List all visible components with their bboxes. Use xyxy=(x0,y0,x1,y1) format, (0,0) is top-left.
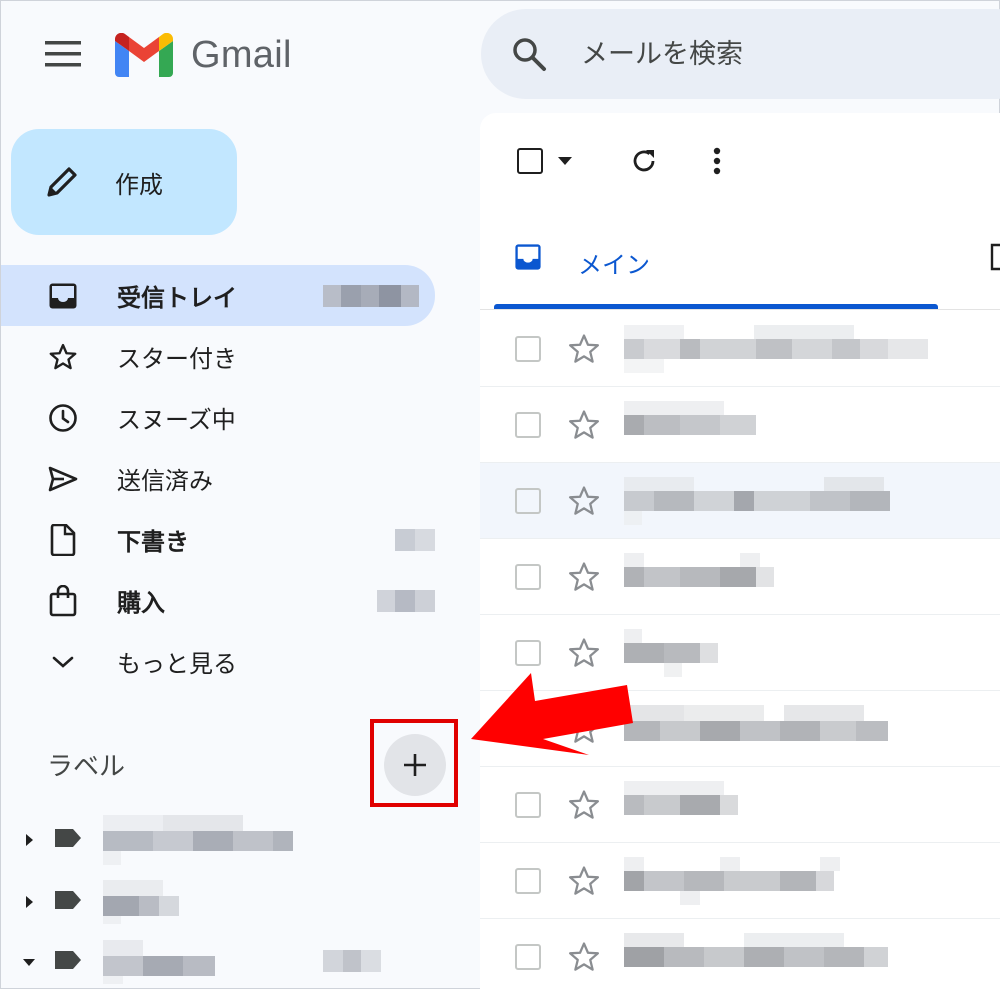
purchases-count-redacted xyxy=(377,590,435,612)
inbox-icon xyxy=(515,244,541,270)
star-icon[interactable] xyxy=(567,332,601,366)
label-tag-icon xyxy=(53,827,83,853)
sidebar-item-drafts[interactable]: 下書き xyxy=(1,509,451,570)
compose-button[interactable]: 作成 xyxy=(11,129,237,235)
tag-icon[interactable] xyxy=(990,241,1000,271)
label-tag-icon xyxy=(53,889,83,915)
star-icon[interactable] xyxy=(567,408,601,442)
tab-main[interactable]: メイン xyxy=(494,231,938,309)
caret-down-icon[interactable] xyxy=(19,957,39,967)
clock-icon xyxy=(45,400,81,436)
sidebar-item-label: 受信トレイ xyxy=(117,284,237,312)
star-icon xyxy=(45,339,81,375)
gmail-wordmark: Gmail xyxy=(191,33,292,76)
inbox-count-redacted xyxy=(323,285,419,307)
sidebar-item-label: スター付き xyxy=(117,345,237,373)
row-checkbox[interactable] xyxy=(515,411,541,438)
star-icon[interactable] xyxy=(567,788,601,822)
label-item[interactable] xyxy=(19,809,449,871)
search-input[interactable] xyxy=(581,38,981,70)
sidebar-item-sent[interactable]: 送信済み xyxy=(1,448,451,509)
sidebar-item-starred[interactable]: スター付き xyxy=(1,326,451,387)
inbox-icon xyxy=(45,278,81,314)
gmail-logo[interactable]: Gmail xyxy=(115,25,315,85)
sidebar-item-purchases[interactable]: 購入 xyxy=(1,570,451,631)
main-menu-button[interactable] xyxy=(31,27,95,81)
mail-preview-redacted xyxy=(624,325,928,373)
sidebar-item-label: 送信済み xyxy=(117,467,213,495)
mail-row[interactable] xyxy=(480,919,1000,989)
caret-down-icon[interactable] xyxy=(557,156,573,166)
sidebar-item-label: スヌーズ中 xyxy=(117,406,236,434)
draft-icon xyxy=(45,522,81,558)
sidebar-item-label: 購入 xyxy=(117,589,165,617)
mail-preview-redacted xyxy=(624,705,888,741)
highlight-box xyxy=(370,719,458,807)
search-icon[interactable] xyxy=(511,36,547,72)
star-icon[interactable] xyxy=(567,484,601,518)
caret-right-icon[interactable] xyxy=(19,833,39,847)
row-checkbox[interactable] xyxy=(515,563,541,590)
star-icon[interactable] xyxy=(567,560,601,594)
more-options-button[interactable] xyxy=(702,141,732,181)
tab-label: メイン xyxy=(578,251,650,279)
label-name-redacted xyxy=(103,880,179,924)
gmail-m-icon xyxy=(115,33,173,77)
select-all-checkbox[interactable] xyxy=(517,148,543,174)
sidebar-item-more[interactable]: もっと見る xyxy=(1,631,451,692)
row-checkbox[interactable] xyxy=(515,335,541,362)
shopping-bag-icon xyxy=(45,583,81,619)
chevron-down-icon xyxy=(45,644,81,680)
sidebar-nav: 受信トレイ スター付き スヌーズ中 送信済み 下書き 購入 もっと見る xyxy=(1,265,451,692)
annotation-arrow xyxy=(471,673,633,755)
row-checkbox[interactable] xyxy=(515,791,541,818)
hamburger-menu-icon xyxy=(45,41,81,67)
label-count-redacted xyxy=(323,950,381,972)
mail-preview-redacted xyxy=(624,401,756,435)
drafts-count-redacted xyxy=(395,529,435,551)
tab-divider xyxy=(480,309,1000,310)
mail-row[interactable] xyxy=(480,311,1000,387)
mail-preview-redacted xyxy=(624,857,840,905)
label-name-redacted xyxy=(103,815,293,865)
mail-row[interactable] xyxy=(480,843,1000,919)
refresh-icon xyxy=(633,150,655,172)
mail-preview-redacted xyxy=(624,933,888,967)
send-icon xyxy=(45,461,81,497)
sidebar-item-label: 下書き xyxy=(117,528,189,556)
mail-row[interactable] xyxy=(480,539,1000,615)
row-checkbox[interactable] xyxy=(515,943,541,970)
row-checkbox[interactable] xyxy=(515,867,541,894)
pencil-icon xyxy=(47,167,77,197)
mail-preview-redacted xyxy=(624,553,774,587)
label-name-redacted xyxy=(103,940,215,984)
refresh-button[interactable] xyxy=(624,141,664,181)
mail-row[interactable] xyxy=(480,767,1000,843)
mail-list-panel: メイン xyxy=(480,113,1000,989)
compose-label: 作成 xyxy=(115,170,163,199)
mail-row[interactable] xyxy=(480,387,1000,463)
label-item[interactable] xyxy=(19,931,449,989)
star-icon[interactable] xyxy=(567,864,601,898)
select-all-dropdown[interactable] xyxy=(510,143,580,179)
mail-row[interactable] xyxy=(480,463,1000,539)
mail-preview-redacted xyxy=(624,477,890,525)
labels-heading: ラベル xyxy=(47,752,126,782)
star-icon[interactable] xyxy=(567,940,601,974)
sidebar-item-label: もっと見る xyxy=(117,650,237,678)
row-checkbox[interactable] xyxy=(515,487,541,514)
label-item[interactable] xyxy=(19,871,449,933)
sidebar-item-inbox[interactable]: 受信トレイ xyxy=(1,265,435,326)
more-vert-icon xyxy=(713,147,721,175)
sidebar-item-snoozed[interactable]: スヌーズ中 xyxy=(1,387,451,448)
mail-preview-redacted xyxy=(624,781,738,815)
label-tag-icon xyxy=(53,949,83,975)
search-bar[interactable] xyxy=(481,9,1000,99)
caret-right-icon[interactable] xyxy=(19,895,39,909)
